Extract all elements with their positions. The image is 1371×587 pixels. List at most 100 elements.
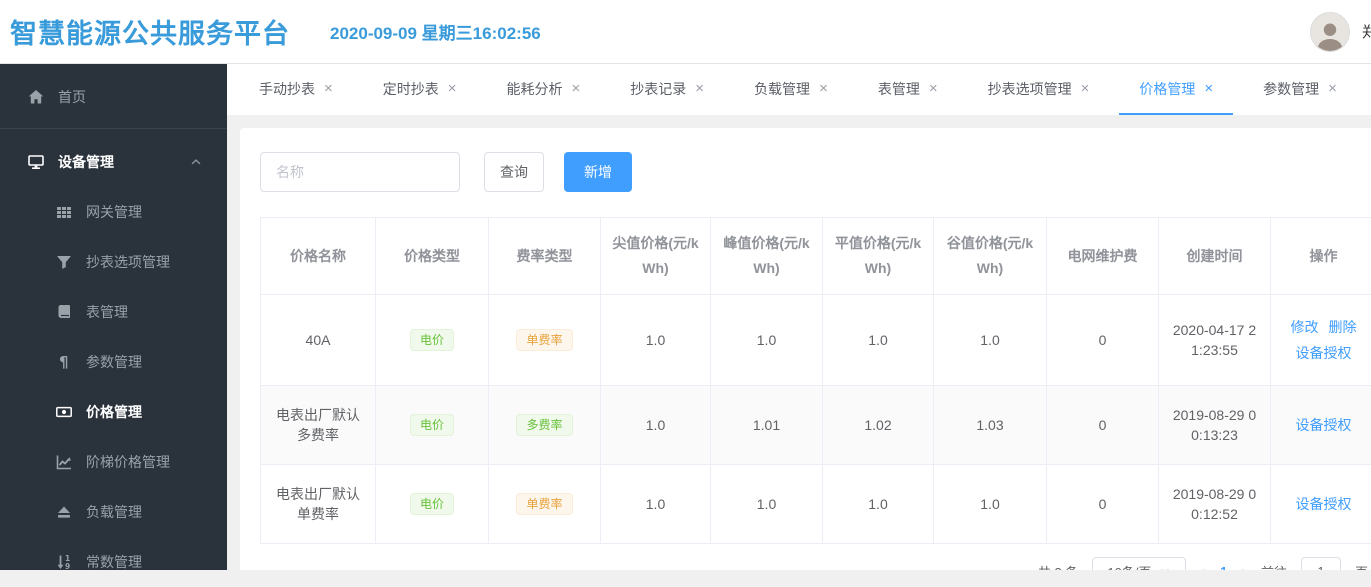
page-size-select[interactable]: 10条/页 bbox=[1092, 557, 1186, 570]
cell-grid-fee: 0 bbox=[1047, 295, 1159, 386]
home-icon bbox=[28, 89, 44, 105]
user-avatar[interactable] bbox=[1310, 12, 1350, 52]
column-header: 峰值价格(元/kWh) bbox=[711, 218, 823, 295]
tab-load-management[interactable]: 负载管理 × bbox=[734, 64, 848, 115]
tab-label: 参数管理 bbox=[1263, 79, 1319, 99]
tab-meter-management[interactable]: 表管理 × bbox=[858, 64, 958, 115]
svg-text:9: 9 bbox=[65, 562, 70, 570]
cell-created-time: 2019-08-29 00:13:23 bbox=[1159, 386, 1271, 465]
eject-icon bbox=[56, 504, 72, 520]
cell-price-type: 电价 bbox=[376, 465, 489, 544]
tab-label: 负载管理 bbox=[754, 79, 810, 99]
close-icon[interactable]: × bbox=[448, 80, 457, 97]
grid-icon bbox=[56, 204, 72, 220]
cell-price-name: 电表出厂默认单费率 bbox=[261, 465, 376, 544]
sidebar-item-meter-reading-options[interactable]: 抄表选项管理 bbox=[0, 237, 227, 287]
cell-sharp-price: 1.0 bbox=[601, 386, 711, 465]
tab-label: 表管理 bbox=[878, 79, 920, 99]
page-size-value: 10条/页 bbox=[1107, 562, 1151, 571]
delete-link[interactable]: 删除 bbox=[1329, 314, 1357, 340]
column-header: 电网维护费 bbox=[1047, 218, 1159, 295]
column-header: 操作 bbox=[1271, 218, 1371, 295]
close-icon[interactable]: × bbox=[572, 80, 581, 97]
sidebar-item-gateway-management[interactable]: 网关管理 bbox=[0, 187, 227, 237]
goto-label: 前往 bbox=[1261, 562, 1287, 571]
person-icon bbox=[1313, 17, 1347, 51]
content-area: 查询 新增 价格名称 价格类型 费率类型 尖值价格(元/kWh) 峰值价格(元/… bbox=[227, 115, 1371, 570]
table-header-row: 价格名称 价格类型 费率类型 尖值价格(元/kWh) 峰值价格(元/kWh) 平… bbox=[261, 218, 1371, 295]
close-icon[interactable]: × bbox=[819, 80, 828, 97]
price-table: 价格名称 价格类型 费率类型 尖值价格(元/kWh) 峰值价格(元/kWh) 平… bbox=[260, 217, 1371, 544]
cell-rate-type: 单费率 bbox=[489, 465, 601, 544]
cell-price-name: 电表出厂默认多费率 bbox=[261, 386, 376, 465]
sidebar-item-constant-management[interactable]: 19 常数管理 bbox=[0, 537, 227, 587]
tab-energy-analysis[interactable]: 能耗分析 × bbox=[487, 64, 601, 115]
column-header: 价格名称 bbox=[261, 218, 376, 295]
sidebar-item-label: 负载管理 bbox=[86, 502, 142, 522]
app-header: 智慧能源公共服务平台 2020-09-09 星期三16:02:56 郑 bbox=[0, 0, 1371, 64]
name-search-input[interactable] bbox=[260, 152, 460, 192]
page-number[interactable]: 1 bbox=[1220, 564, 1227, 571]
cell-actions: 设备授权 bbox=[1271, 386, 1371, 465]
close-icon[interactable]: × bbox=[929, 80, 938, 97]
close-icon[interactable]: × bbox=[1204, 80, 1213, 97]
page-suffix-label: 页 bbox=[1355, 562, 1368, 571]
device-authorize-link[interactable]: 设备授权 bbox=[1296, 340, 1352, 366]
rate-type-badge: 单费率 bbox=[516, 329, 572, 351]
sidebar-item-meter-management[interactable]: 表管理 bbox=[0, 287, 227, 337]
pilcrow-icon: ¶ bbox=[56, 354, 72, 370]
column-header: 谷值价格(元/kWh) bbox=[934, 218, 1047, 295]
edit-link[interactable]: 修改 bbox=[1291, 314, 1319, 340]
tab-manual-meter-reading[interactable]: 手动抄表 × bbox=[239, 64, 353, 115]
sort-numeric-icon: 19 bbox=[56, 554, 72, 570]
chevron-up-icon bbox=[189, 155, 203, 169]
tab-label: 定时抄表 bbox=[383, 79, 439, 99]
price-management-panel: 查询 新增 价格名称 价格类型 费率类型 尖值价格(元/kWh) 峰值价格(元/… bbox=[240, 128, 1371, 570]
sidebar-item-price-management[interactable]: 价格管理 bbox=[0, 387, 227, 437]
tab-parameter-management[interactable]: 参数管理 × bbox=[1243, 64, 1357, 115]
column-header: 尖值价格(元/kWh) bbox=[601, 218, 711, 295]
cell-flat-price: 1.02 bbox=[823, 386, 934, 465]
cell-valley-price: 1.0 bbox=[934, 465, 1047, 544]
cell-grid-fee: 0 bbox=[1047, 386, 1159, 465]
tab-meter-reading-records[interactable]: 抄表记录 × bbox=[610, 64, 724, 115]
close-icon[interactable]: × bbox=[695, 80, 704, 97]
next-page-button[interactable]: › bbox=[1241, 563, 1247, 571]
sidebar-item-label: 参数管理 bbox=[86, 352, 142, 372]
close-icon[interactable]: × bbox=[1081, 80, 1090, 97]
prev-page-button[interactable]: ‹ bbox=[1200, 563, 1206, 571]
cell-price-name: 40A bbox=[261, 295, 376, 386]
cell-actions: 设备授权 bbox=[1271, 465, 1371, 544]
tab-label: 能耗分析 bbox=[507, 79, 563, 99]
sidebar-item-home[interactable]: 首页 bbox=[0, 72, 227, 122]
tab-label: 抄表记录 bbox=[630, 79, 686, 99]
device-authorize-link[interactable]: 设备授权 bbox=[1296, 491, 1352, 517]
filter-icon bbox=[56, 254, 72, 270]
goto-page-input[interactable] bbox=[1301, 557, 1341, 570]
rate-type-badge: 多费率 bbox=[516, 414, 572, 436]
query-button[interactable]: 查询 bbox=[484, 152, 544, 192]
cell-sharp-price: 1.0 bbox=[601, 465, 711, 544]
sidebar-item-label: 阶梯价格管理 bbox=[86, 452, 170, 472]
sidebar-item-label: 首页 bbox=[58, 87, 86, 107]
close-icon[interactable]: × bbox=[1328, 80, 1337, 97]
sidebar-item-tiered-price-management[interactable]: 阶梯价格管理 bbox=[0, 437, 227, 487]
sidebar-divider bbox=[0, 128, 227, 129]
cell-flat-price: 1.0 bbox=[823, 465, 934, 544]
chevron-down-icon bbox=[1159, 565, 1171, 570]
tab-price-management[interactable]: 价格管理 × bbox=[1119, 64, 1233, 115]
cell-peak-price: 1.01 bbox=[711, 386, 823, 465]
sidebar-item-load-management[interactable]: 负载管理 bbox=[0, 487, 227, 537]
price-type-badge: 电价 bbox=[410, 414, 454, 436]
sidebar-item-device-management[interactable]: 设备管理 bbox=[0, 137, 227, 187]
tab-meter-reading-options[interactable]: 抄表选项管理 × bbox=[968, 64, 1110, 115]
add-button[interactable]: 新增 bbox=[564, 152, 632, 192]
device-authorize-link[interactable]: 设备授权 bbox=[1296, 412, 1352, 438]
table-row: 电表出厂默认多费率 电价 多费率 1.0 1.01 1.02 1.03 0 20… bbox=[261, 386, 1371, 465]
svg-text:¶: ¶ bbox=[59, 354, 69, 370]
sidebar-item-parameter-management[interactable]: ¶ 参数管理 bbox=[0, 337, 227, 387]
close-icon[interactable]: × bbox=[324, 80, 333, 97]
cell-flat-price: 1.0 bbox=[823, 295, 934, 386]
column-header: 价格类型 bbox=[376, 218, 489, 295]
tab-scheduled-meter-reading[interactable]: 定时抄表 × bbox=[363, 64, 477, 115]
